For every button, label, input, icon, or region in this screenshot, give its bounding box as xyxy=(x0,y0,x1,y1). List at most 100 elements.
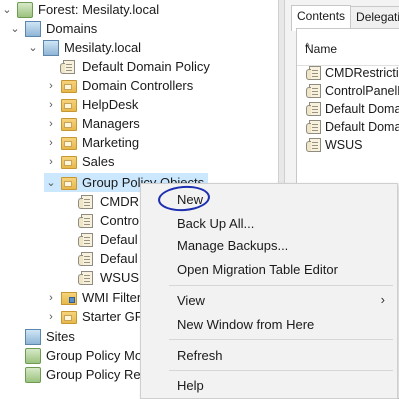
gpo-icon xyxy=(78,194,93,209)
tree-ou-label: Domain Controllers xyxy=(82,78,194,93)
tree-wmi-filters[interactable]: › WMI Filter xyxy=(44,288,141,307)
forest-icon xyxy=(17,1,33,18)
column-header-label: Name xyxy=(305,42,338,56)
tree-forest-label: Forest: Mesilaty.local xyxy=(38,2,160,17)
menu-item-view[interactable]: View xyxy=(177,290,205,310)
results-icon xyxy=(25,366,41,383)
gpo-icon xyxy=(306,84,321,98)
collapse-icon[interactable]: ⌄ xyxy=(44,173,58,192)
tree-domains[interactable]: ⌄ Domains xyxy=(8,19,97,38)
menu-item-new-window-from-here[interactable]: New Window from Here xyxy=(177,314,314,334)
tree-ou-domain-controllers[interactable]: › Domain Controllers xyxy=(44,76,193,95)
menu-item-refresh[interactable]: Refresh xyxy=(177,345,223,365)
ou-folder-icon xyxy=(61,80,77,93)
modeling-icon xyxy=(25,347,41,364)
menu-item-manage-backups[interactable]: Manage Backups... xyxy=(177,235,288,255)
ou-folder-icon xyxy=(61,118,77,131)
tree-gpo-item[interactable]: WSUS xyxy=(76,268,139,287)
tree-gpo-item[interactable]: Contro xyxy=(76,211,139,230)
wmi-filter-folder-icon xyxy=(61,292,77,305)
gpo-icon xyxy=(306,66,321,80)
expand-icon[interactable]: › xyxy=(44,95,58,114)
collapse-icon[interactable]: ⌄ xyxy=(26,38,40,57)
tree-gpo-item[interactable]: Defaul xyxy=(76,230,138,249)
tree-ou-label: Managers xyxy=(82,116,140,131)
tree-gpo-item[interactable]: CMDR xyxy=(76,192,139,211)
tree-ou-managers[interactable]: › Managers xyxy=(44,114,140,133)
expand-icon[interactable]: › xyxy=(44,152,58,171)
menu-item-back-up-all[interactable]: Back Up All... xyxy=(177,213,254,233)
tree-gp-results[interactable]: Group Policy Res xyxy=(8,365,147,384)
tree-ou-label: Sales xyxy=(82,154,115,169)
menu-item-help[interactable]: Help xyxy=(177,375,204,395)
collapse-icon[interactable]: ⌄ xyxy=(0,0,14,19)
tab-delegation[interactable]: Delegatio xyxy=(350,6,399,28)
tree-ou-label: Marketing xyxy=(82,135,140,150)
gpo-icon xyxy=(306,102,321,116)
details-tabs: Contents Delegatio xyxy=(291,5,399,31)
tree-ou-sales[interactable]: › Sales xyxy=(44,152,115,171)
tree-gp-modeling[interactable]: Group Policy Mo xyxy=(8,346,142,365)
gpo-icon xyxy=(78,270,93,285)
starter-gpo-folder-icon xyxy=(61,311,77,324)
ou-folder-icon xyxy=(61,156,77,169)
gpo-icon xyxy=(306,120,321,134)
tree-sites[interactable]: Sites xyxy=(8,327,75,346)
gpo-icon xyxy=(78,251,93,266)
tree-domains-label: Domains xyxy=(46,21,98,36)
expand-icon[interactable]: › xyxy=(44,114,58,133)
domains-icon xyxy=(25,20,41,37)
submenu-arrow-icon: › xyxy=(380,292,385,307)
tree-forest[interactable]: ⌄ Forest: Mesilaty.local xyxy=(0,0,159,19)
ou-folder-icon xyxy=(61,99,77,112)
sites-icon xyxy=(25,328,41,345)
collapse-icon[interactable]: ⌄ xyxy=(8,19,22,38)
menu-separator xyxy=(169,370,393,371)
expand-icon[interactable]: › xyxy=(44,76,58,95)
list-item[interactable]: Default Domain xyxy=(305,100,399,118)
list-item[interactable]: ControlPanelRe xyxy=(305,82,399,100)
gpo-icon xyxy=(78,232,93,247)
tree-domain-label: Mesilaty.local xyxy=(64,40,142,55)
tree-gpo-label: CMDR xyxy=(100,194,139,209)
list-item[interactable]: Default Domain xyxy=(305,118,399,136)
tree-gpo-label: Defaul xyxy=(100,251,138,266)
menu-item-open-migration-table-editor[interactable]: Open Migration Table Editor xyxy=(177,259,338,279)
tree-gp-results-label: Group Policy Res xyxy=(46,367,148,382)
list-item-label: Default Domain xyxy=(325,120,399,134)
list-item[interactable]: WSUS xyxy=(305,136,399,154)
tree-domain[interactable]: ⌄ Mesilaty.local xyxy=(26,38,141,57)
tree-ou-helpdesk[interactable]: › HelpDesk xyxy=(44,95,138,114)
context-menu: New Back Up All... Manage Backups... Ope… xyxy=(140,183,398,399)
list-item[interactable]: CMDRestriction xyxy=(305,64,399,82)
tree-gpo-item[interactable]: Defaul xyxy=(76,249,138,268)
list-item-label: Default Domain xyxy=(325,102,399,116)
ou-folder-icon xyxy=(61,137,77,150)
gpo-icon xyxy=(306,138,321,152)
expand-icon[interactable]: › xyxy=(44,307,58,326)
column-header-name[interactable]: ^ Name xyxy=(297,29,399,66)
tree-starter-gpos[interactable]: › Starter GP xyxy=(44,307,143,326)
tree-ou-marketing[interactable]: › Marketing xyxy=(44,133,139,152)
tree-sites-label: Sites xyxy=(46,329,75,344)
tree-default-domain-policy-label: Default Domain Policy xyxy=(82,59,210,74)
domain-icon xyxy=(43,39,59,56)
tree-starter-gpos-label: Starter GP xyxy=(82,309,144,324)
menu-separator xyxy=(169,339,393,340)
list-item-label: WSUS xyxy=(325,138,363,152)
tree-default-domain-policy[interactable]: Default Domain Policy xyxy=(58,57,210,76)
tree-gpo-label: Defaul xyxy=(100,232,138,247)
list-item-label: CMDRestriction xyxy=(325,66,399,80)
tree-gpo-label: WSUS xyxy=(100,270,139,285)
expand-icon[interactable]: › xyxy=(44,288,58,307)
gpo-icon xyxy=(78,213,93,228)
tree-wmi-filters-label: WMI Filter xyxy=(82,290,142,305)
gpo-container-icon xyxy=(61,177,77,190)
menu-separator xyxy=(169,285,393,286)
expand-icon[interactable]: › xyxy=(44,133,58,152)
gpo-link-icon xyxy=(60,59,75,74)
tree-ou-label: HelpDesk xyxy=(82,97,139,112)
list-item-label: ControlPanelRe xyxy=(325,84,399,98)
tree-gpo-label: Contro xyxy=(100,213,140,228)
tree-gp-modeling-label: Group Policy Mo xyxy=(46,348,143,363)
